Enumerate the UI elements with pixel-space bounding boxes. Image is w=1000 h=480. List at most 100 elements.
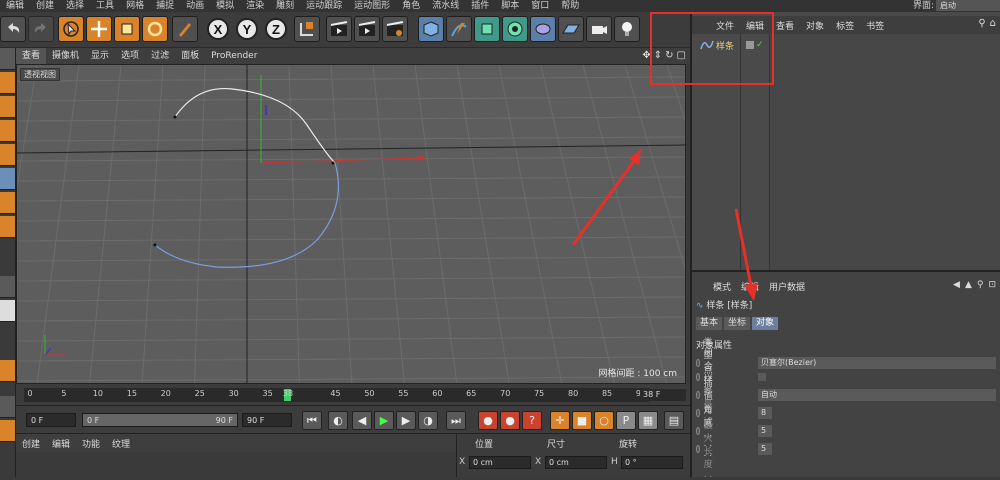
go-to-end-button[interactable]: ⏭ [446, 411, 466, 430]
lock-icon[interactable]: ⊡ [988, 280, 996, 290]
timeline-ruler[interactable]: 051015202530353845505560657075808590 [24, 388, 649, 402]
attribute-tab-1[interactable]: 坐标 [724, 317, 751, 330]
perspective-viewport[interactable]: 透视视图 网格间距 : 100 cm [16, 64, 686, 384]
attribute-tab-0[interactable]: 基本 [696, 317, 723, 330]
x-size-field[interactable]: 0 cm [545, 456, 607, 469]
axis-mode-button[interactable] [0, 216, 15, 238]
point-level-key-button[interactable]: ▦ [638, 411, 658, 430]
undo-button[interactable] [0, 16, 26, 42]
previous-key-button[interactable]: ◐ [328, 411, 348, 430]
render-view-button[interactable] [326, 16, 352, 42]
light-button[interactable] [614, 16, 640, 42]
property-value-field[interactable]: 8 [758, 407, 772, 419]
animate-toggle-icon[interactable] [696, 427, 700, 435]
make-editable-button[interactable] [0, 48, 15, 70]
cube-button[interactable] [418, 16, 444, 42]
material-menu-item-3[interactable]: 纹理 [106, 437, 136, 450]
z-axis-lock-button[interactable]: Z [265, 18, 287, 40]
spline-point[interactable] [153, 243, 157, 247]
menu-item-14[interactable]: 插件 [465, 0, 495, 12]
recent-tools-button[interactable] [172, 16, 198, 42]
viewport-menu-item-0[interactable]: 查看 [16, 48, 47, 64]
menu-item-11[interactable]: 运动图形 [348, 0, 396, 12]
polygons-mode-button[interactable] [0, 192, 15, 214]
parameter-key-button[interactable]: P [616, 411, 636, 430]
preview-range-slider[interactable]: 0 F 90 F [82, 413, 238, 427]
tweak-mode-button[interactable] [0, 276, 15, 298]
go-to-start-button[interactable]: ⏮ [302, 411, 322, 430]
floor-button[interactable] [558, 16, 584, 42]
menu-item-1[interactable]: 创建 [30, 0, 60, 12]
x-axis-lock-button[interactable]: X [207, 18, 229, 40]
viewport-menu-item-6[interactable]: ProRender [205, 48, 263, 64]
menu-item-9[interactable]: 雕刻 [270, 0, 300, 12]
animate-toggle-icon[interactable] [696, 373, 700, 381]
render-settings-button[interactable] [382, 16, 408, 42]
deformer-button[interactable] [530, 16, 556, 42]
h-rotation-field[interactable]: 0 ° [621, 456, 683, 469]
rotation-key-button[interactable]: ○ [594, 411, 614, 430]
lock-button[interactable] [0, 396, 15, 418]
menu-item-15[interactable]: 脚本 [495, 0, 525, 12]
edges-mode-button[interactable] [0, 168, 15, 190]
move-button[interactable] [86, 16, 112, 42]
property-value-field[interactable]: 5 [758, 425, 772, 437]
viewport-menu-item-3[interactable]: 选项 [115, 48, 145, 64]
next-frame-button[interactable]: ▶ [396, 411, 416, 430]
home-icon[interactable]: ⌂ [990, 18, 996, 29]
next-key-button[interactable]: ◑ [418, 411, 438, 430]
x-position-field[interactable]: 0 cm [469, 456, 531, 469]
attribute-menu-item-2[interactable]: 用户数据 [764, 280, 810, 293]
search-icon[interactable]: ⚲ [978, 18, 985, 29]
animate-toggle-icon[interactable] [696, 409, 700, 417]
coordinate-system-button[interactable] [294, 16, 320, 42]
close-spline-checkbox[interactable] [758, 373, 766, 381]
end-frame-field[interactable]: 90 F [242, 413, 292, 427]
y-axis-lock-button[interactable]: Y [236, 18, 258, 40]
workplane-button[interactable] [0, 120, 15, 142]
magnet-button[interactable] [0, 360, 15, 382]
object-menu-item-2[interactable]: 查看 [770, 19, 800, 32]
menu-item-6[interactable]: 动画 [180, 0, 210, 12]
start-frame-field[interactable]: 0 F [26, 413, 76, 427]
live-selection-button[interactable] [58, 16, 84, 42]
spline-point[interactable] [331, 161, 335, 165]
attribute-tab-2[interactable]: 对象 [752, 317, 779, 330]
position-key-button[interactable]: ✛ [550, 411, 570, 430]
layout-select[interactable]: 启动 [936, 0, 1000, 11]
subdivision-button[interactable] [474, 16, 500, 42]
property-dropdown[interactable]: 贝塞尔(Bezier) [758, 357, 996, 369]
menu-item-13[interactable]: 流水线 [426, 0, 465, 12]
menu-item-5[interactable]: 捕捉 [150, 0, 180, 12]
viewport-menu-item-5[interactable]: 面板 [175, 48, 205, 64]
menu-item-10[interactable]: 运动跟踪 [300, 0, 348, 12]
autokeying-button[interactable]: ● [500, 411, 520, 430]
object-menu-item-5[interactable]: 书签 [860, 19, 890, 32]
viewport-menu-item-4[interactable]: 过滤 [145, 48, 175, 64]
back-arrow-icon[interactable]: ◀ [953, 280, 960, 290]
redo-button[interactable] [28, 16, 54, 42]
camera-button[interactable] [586, 16, 612, 42]
up-arrow-icon[interactable]: ▲ [965, 280, 972, 290]
menu-item-4[interactable]: 网格 [120, 0, 150, 12]
points-mode-button[interactable] [0, 144, 15, 166]
menu-item-16[interactable]: 窗口 [525, 0, 555, 12]
menu-item-8[interactable]: 渲染 [240, 0, 270, 12]
scale-key-button[interactable]: ■ [572, 411, 592, 430]
animate-toggle-icon[interactable] [696, 445, 700, 453]
menu-item-7[interactable]: 模拟 [210, 0, 240, 12]
menu-item-0[interactable]: 编辑 [0, 0, 30, 12]
model-mode-button[interactable] [0, 72, 15, 94]
keyframe-selection-button[interactable]: ? [522, 411, 542, 430]
scale-button[interactable] [114, 16, 140, 42]
previous-frame-button[interactable]: ◀ [352, 411, 372, 430]
texture-mode-button[interactable] [0, 96, 15, 118]
workplane-lock-button[interactable] [0, 420, 15, 442]
play-button[interactable]: ▶ [374, 411, 394, 430]
menu-item-3[interactable]: 工具 [90, 0, 120, 12]
object-menu-item-4[interactable]: 标签 [830, 19, 860, 32]
spline-point[interactable] [173, 115, 177, 119]
viewport-menu-item-1[interactable]: 摄像机 [46, 48, 85, 64]
menu-item-12[interactable]: 角色 [396, 0, 426, 12]
material-menu-item-0[interactable]: 创建 [16, 437, 46, 450]
